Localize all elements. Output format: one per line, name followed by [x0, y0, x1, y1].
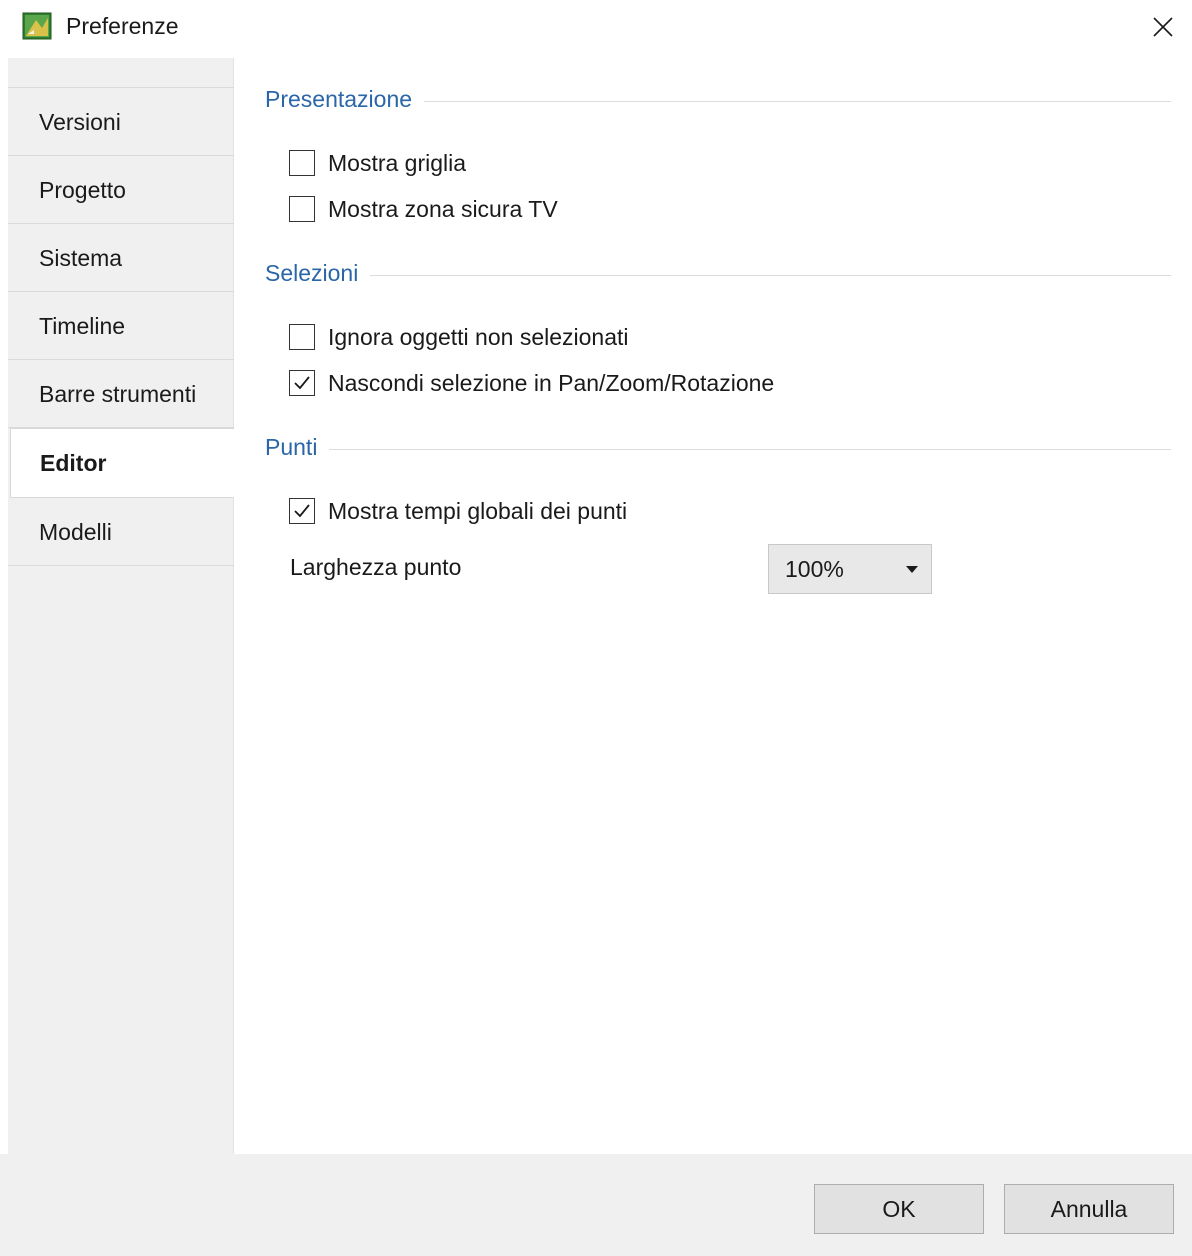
checkbox-mostra-griglia[interactable]: Mostra griglia [289, 146, 466, 180]
sidebar-item-barre-strumenti[interactable]: Barre strumenti [8, 360, 234, 428]
group-punti: Punti [265, 432, 1171, 462]
larghezza-punto-select[interactable]: 100% [768, 544, 932, 594]
title-bar: Preferenze [0, 0, 1192, 54]
larghezza-punto-label: Larghezza punto [290, 554, 462, 580]
group-presentazione: Presentazione [265, 84, 1171, 114]
sidebar-item-progetto[interactable]: Progetto [8, 156, 234, 224]
sidebar-item-timeline[interactable]: Timeline [8, 292, 234, 360]
sidebar-item-modelli[interactable]: Modelli [8, 498, 234, 566]
checkbox-box[interactable] [289, 370, 315, 396]
sidebar-item-sistema[interactable]: Sistema [8, 224, 234, 292]
select-value: 100% [785, 555, 844, 582]
group-selezioni: Selezioni [265, 258, 1171, 288]
checkbox-label: Mostra tempi globali dei punti [328, 497, 628, 524]
checkbox-box[interactable] [289, 150, 315, 176]
group-divider [424, 100, 1171, 102]
checkmark-icon [294, 376, 310, 390]
close-icon [1153, 17, 1173, 37]
checkbox-label: Nascondi selezione in Pan/Zoom/Rotazione [328, 369, 775, 396]
checkbox-box[interactable] [289, 498, 315, 524]
sidebar-item-editor[interactable]: Editor [10, 428, 238, 498]
sidebar-item-versioni[interactable]: Versioni [8, 88, 234, 156]
sidebar-top-spacer [8, 58, 234, 88]
checkbox-box[interactable] [289, 324, 315, 350]
checkbox-mostra-tempi-globali[interactable]: Mostra tempi globali dei punti [289, 494, 627, 528]
group-title-punti: Punti [265, 433, 318, 460]
group-divider [370, 274, 1171, 276]
cancel-button[interactable]: Annulla [1004, 1184, 1174, 1234]
ok-button[interactable]: OK [814, 1184, 984, 1234]
checkbox-box[interactable] [289, 196, 315, 222]
checkbox-label: Ignora oggetti non selezionati [328, 323, 629, 350]
checkbox-nascondi-selezione[interactable]: Nascondi selezione in Pan/Zoom/Rotazione [289, 366, 774, 400]
window-title: Preferenze [66, 13, 179, 39]
sidebar-nav: Versioni Progetto Sistema Timeline Barre… [8, 58, 238, 1154]
checkbox-label: Mostra griglia [328, 149, 467, 176]
close-button[interactable] [1140, 6, 1186, 48]
app-icon [22, 12, 52, 40]
checkbox-ignora-oggetti[interactable]: Ignora oggetti non selezionati [289, 320, 629, 354]
dialog-footer: OK Annulla [0, 1154, 1192, 1256]
checkbox-label: Mostra zona sicura TV [328, 195, 558, 222]
editor-settings-panel: Presentazione Mostra griglia Mostra zona… [234, 54, 1192, 1154]
dropdown-arrow-icon [906, 565, 918, 573]
group-title-selezioni: Selezioni [265, 259, 359, 286]
group-divider [329, 448, 1171, 450]
checkbox-mostra-zona-sicura-tv[interactable]: Mostra zona sicura TV [289, 192, 558, 226]
checkmark-icon [294, 504, 310, 518]
group-title-presentazione: Presentazione [265, 85, 413, 112]
